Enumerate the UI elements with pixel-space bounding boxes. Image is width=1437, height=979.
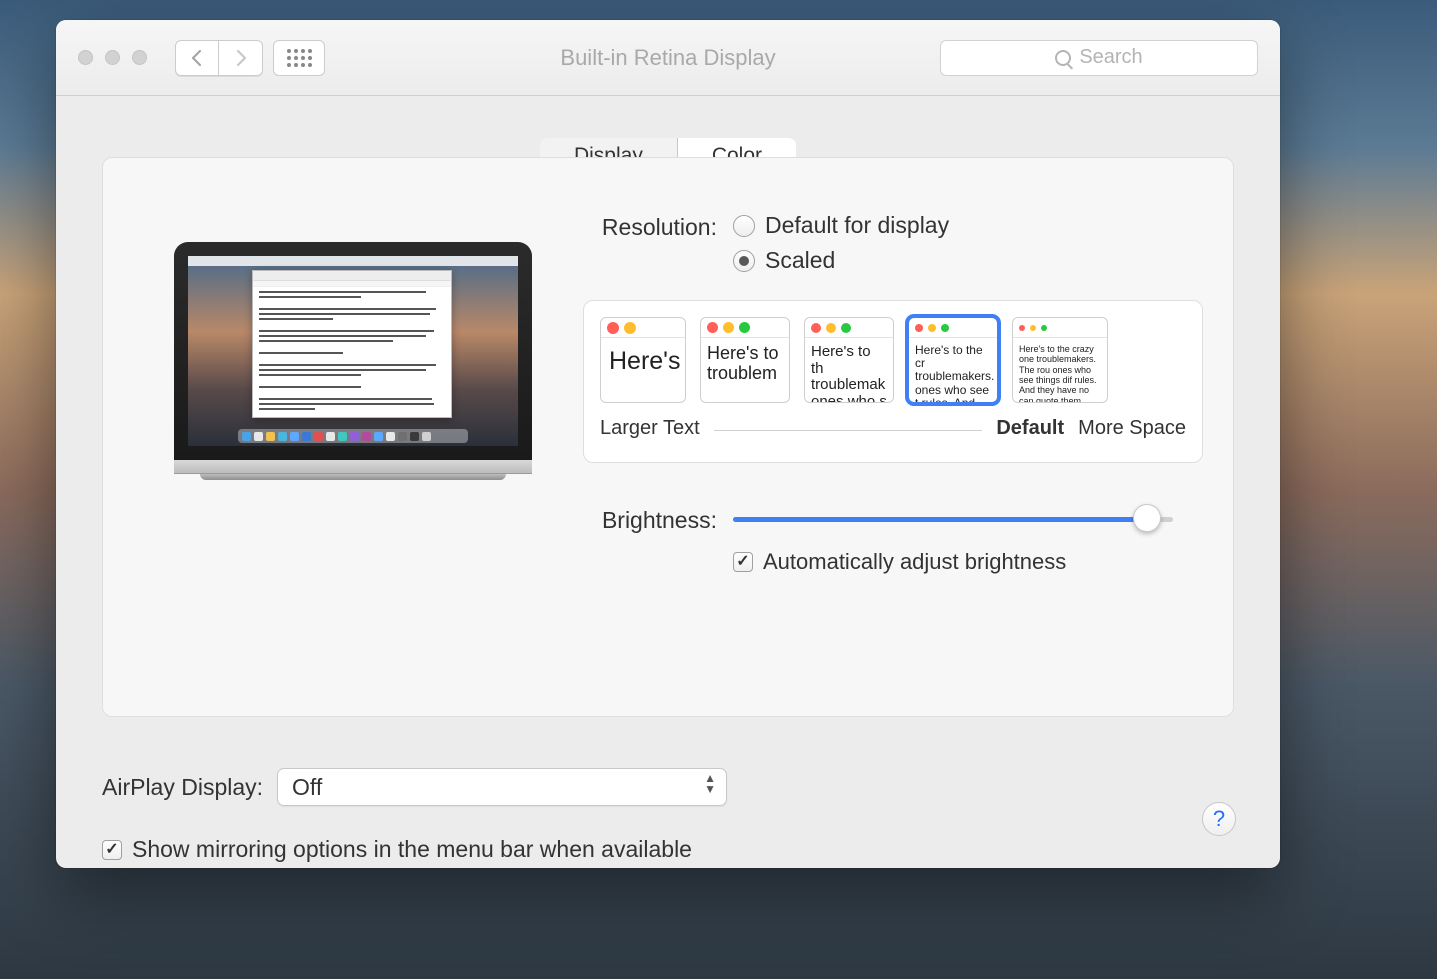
slider-fill bbox=[733, 517, 1147, 522]
scale-sample-text: Here's to th troublemak ones who s bbox=[805, 338, 893, 403]
scaled-resolutions: Here's Here's to troublem Here's to th t… bbox=[583, 300, 1203, 463]
search-placeholder: Search bbox=[1079, 46, 1142, 69]
checkbox-icon bbox=[102, 840, 122, 860]
scale-sample-text: Here's to the cr troublemakers. ones who… bbox=[909, 338, 997, 403]
resolution-scaled-radio[interactable]: Scaled bbox=[733, 247, 1203, 274]
search-input[interactable]: Search bbox=[940, 40, 1258, 76]
scale-option-2[interactable]: Here's to troublem bbox=[700, 317, 790, 403]
airplay-value: Off bbox=[292, 774, 322, 801]
scale-sample-text: Here's to troublem bbox=[701, 338, 789, 390]
scale-sample-text: Here's to the crazy one troublemakers. T… bbox=[1013, 338, 1107, 403]
chevron-right-icon bbox=[234, 49, 248, 67]
scale-track-line bbox=[714, 414, 983, 431]
brightness-slider[interactable] bbox=[733, 509, 1173, 529]
scale-label-default: Default bbox=[996, 417, 1064, 440]
help-icon: ? bbox=[1213, 806, 1225, 832]
airplay-select[interactable]: Off ▲▼ bbox=[277, 768, 727, 806]
scale-option-1[interactable]: Here's bbox=[600, 317, 686, 403]
laptop-icon bbox=[174, 242, 532, 480]
back-button[interactable] bbox=[175, 40, 219, 76]
resolution-default-radio[interactable]: Default for display bbox=[733, 212, 1203, 239]
scale-label-left: Larger Text bbox=[600, 417, 700, 440]
grid-icon bbox=[287, 49, 312, 67]
radio-label: Default for display bbox=[765, 212, 949, 239]
radio-icon bbox=[733, 250, 755, 272]
stepper-icon: ▲▼ bbox=[704, 773, 716, 795]
titlebar: Built-in Retina Display Search bbox=[56, 20, 1280, 96]
scale-option-default[interactable]: Here's to the cr troublemakers. ones who… bbox=[908, 317, 998, 403]
slider-knob-icon[interactable] bbox=[1133, 504, 1161, 532]
display-panel: Resolution: Default for display Scaled bbox=[102, 157, 1234, 717]
window-controls bbox=[78, 50, 147, 65]
auto-brightness-checkbox[interactable]: Automatically adjust brightness bbox=[733, 549, 1203, 575]
radio-icon bbox=[733, 215, 755, 237]
display-preview bbox=[133, 212, 573, 672]
forward-button[interactable] bbox=[219, 40, 263, 76]
minimize-icon[interactable] bbox=[105, 50, 120, 65]
settings-area: Resolution: Default for display Scaled bbox=[573, 212, 1203, 672]
radio-label: Scaled bbox=[765, 247, 835, 274]
nav-buttons bbox=[175, 40, 263, 76]
zoom-icon[interactable] bbox=[132, 50, 147, 65]
brightness-label: Brightness: bbox=[583, 505, 733, 534]
airplay-label: AirPlay Display: bbox=[102, 774, 263, 801]
checkbox-icon bbox=[733, 552, 753, 572]
resolution-label: Resolution: bbox=[583, 212, 733, 241]
preferences-window: Built-in Retina Display Search Display C… bbox=[56, 20, 1280, 868]
scale-sample-text: Here's bbox=[601, 338, 685, 386]
close-icon[interactable] bbox=[78, 50, 93, 65]
show-all-button[interactable] bbox=[273, 40, 325, 76]
scale-option-3[interactable]: Here's to th troublemak ones who s bbox=[804, 317, 894, 403]
scale-label-right: More Space bbox=[1078, 417, 1186, 440]
mirror-checkbox-label: Show mirroring options in the menu bar w… bbox=[132, 836, 692, 863]
search-icon bbox=[1055, 50, 1071, 66]
checkbox-label: Automatically adjust brightness bbox=[763, 549, 1066, 575]
bottom-area: AirPlay Display: Off ▲▼ Show mirroring o… bbox=[56, 734, 1280, 863]
help-button[interactable]: ? bbox=[1202, 802, 1236, 836]
chevron-left-icon bbox=[190, 49, 204, 67]
scale-option-5[interactable]: Here's to the crazy one troublemakers. T… bbox=[1012, 317, 1108, 403]
